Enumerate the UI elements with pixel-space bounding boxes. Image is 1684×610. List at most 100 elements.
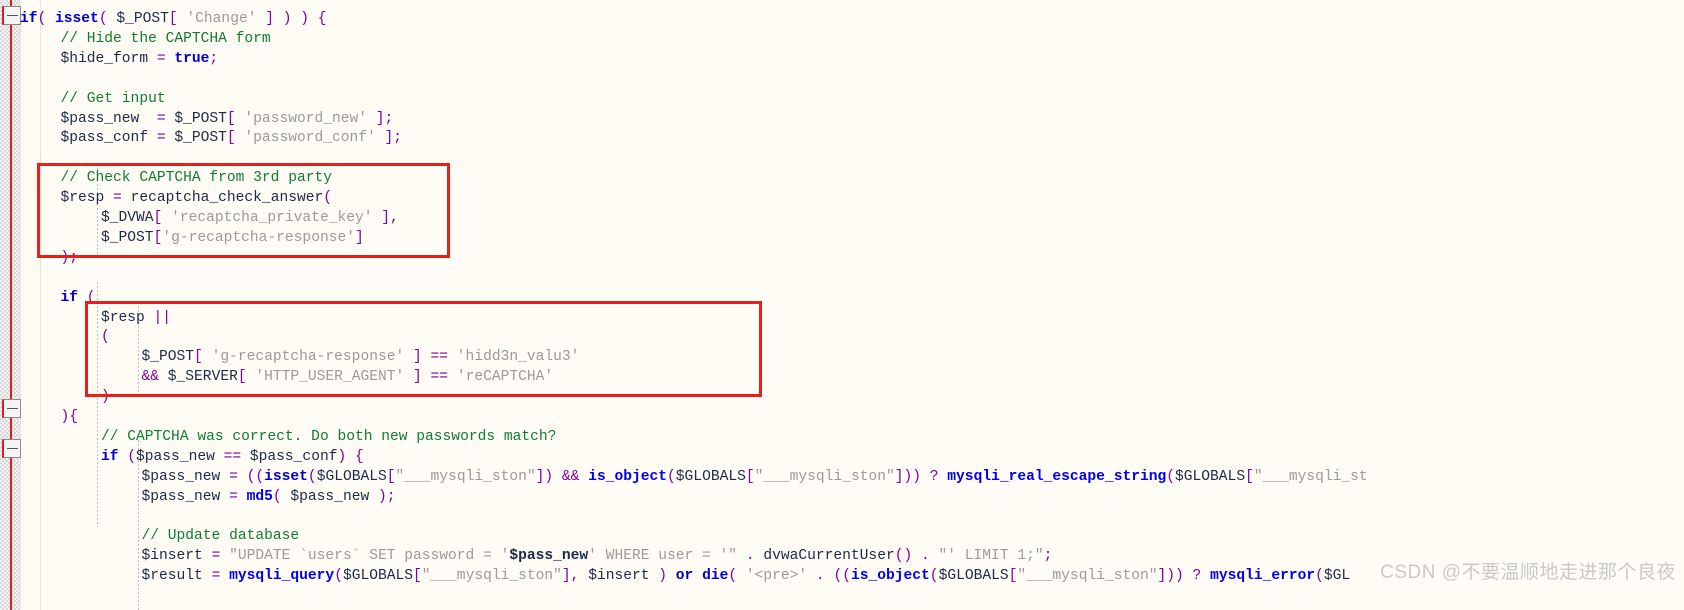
code-token: 'reCAPTCHA' bbox=[456, 369, 554, 386]
code-token: "___mysqli_ston" bbox=[421, 568, 562, 585]
code-token: [ bbox=[237, 369, 256, 386]
code-token: [ bbox=[226, 110, 245, 127]
code-token: $pass_new bbox=[290, 488, 370, 505]
code-line[interactable]: $_POST['g-recaptcha-response'] bbox=[101, 229, 364, 249]
code-token: recaptcha_check_answer bbox=[130, 190, 324, 207]
code-token: is_object bbox=[850, 568, 930, 585]
code-token: $_POST bbox=[101, 229, 154, 246]
code-token: ; bbox=[209, 50, 219, 67]
code-token: = bbox=[202, 548, 230, 565]
code-line[interactable]: if( isset( $_POST[ 'Change' ] ) ) { bbox=[20, 10, 327, 30]
code-token: [ bbox=[1245, 468, 1254, 485]
code-token: [ bbox=[226, 130, 245, 147]
code-token: ( bbox=[118, 448, 137, 465]
code-token: $pass_new bbox=[136, 448, 215, 465]
code-token: = bbox=[148, 50, 175, 67]
code-token: dvwaCurrentUser bbox=[763, 548, 895, 565]
code-token: ] bbox=[404, 369, 431, 386]
code-line[interactable]: // Update database bbox=[142, 527, 300, 547]
code-token: $_POST bbox=[174, 110, 227, 127]
code-line[interactable]: $pass_new = md5( $pass_new ); bbox=[142, 488, 396, 508]
code-line[interactable]: $result = mysqli_query($GLOBALS["___mysq… bbox=[142, 567, 1351, 587]
code-token: // Hide the CAPTCHA form bbox=[60, 30, 271, 47]
code-token: ]; bbox=[375, 130, 403, 147]
source-code[interactable]: if( isset( $_POST[ 'Change' ] ) ) {// Hi… bbox=[0, 0, 1684, 610]
code-line[interactable]: // Check CAPTCHA from 3rd party bbox=[61, 169, 333, 189]
code-line[interactable]: if ($pass_new == $pass_conf) { bbox=[101, 448, 364, 468]
code-token: $GLOBALS bbox=[1175, 468, 1246, 485]
code-line[interactable]: && $_SERVER[ 'HTTP_USER_AGENT' ] == 'reC… bbox=[142, 368, 554, 388]
code-token: 'password_conf' bbox=[244, 130, 376, 147]
code-token: ] bbox=[354, 229, 364, 246]
code-token: mysqli_real_escape_string bbox=[947, 468, 1167, 485]
code-token: // CAPTCHA was correct. Do both new pass… bbox=[101, 428, 557, 445]
code-token: '<pre>' bbox=[745, 568, 808, 585]
code-token: $_SERVER bbox=[167, 369, 238, 386]
code-token: [ bbox=[413, 568, 422, 585]
code-line[interactable]: if ( bbox=[61, 289, 96, 309]
code-token: 'hidd3n_valu3' bbox=[456, 349, 580, 366]
code-token: $GLOBALS bbox=[342, 568, 414, 585]
code-token: ( bbox=[334, 568, 343, 585]
code-token: 'recaptcha_private_key' bbox=[171, 210, 373, 226]
code-line[interactable]: $insert = "UPDATE `users` SET password =… bbox=[142, 547, 1053, 567]
code-token: $hide_form bbox=[60, 50, 149, 67]
code-token: $GL bbox=[1323, 568, 1351, 585]
code-token: ( bbox=[323, 190, 333, 207]
code-token: [ bbox=[745, 468, 755, 485]
code-token: 'g-recaptcha-response' bbox=[162, 229, 355, 246]
code-line[interactable]: // CAPTCHA was correct. Do both new pass… bbox=[101, 428, 556, 448]
code-token: if bbox=[101, 448, 119, 465]
code-token: $pass_new bbox=[509, 548, 589, 565]
code-token: true bbox=[174, 50, 210, 67]
code-token: [ bbox=[153, 210, 172, 226]
code-line[interactable]: // Get input bbox=[61, 90, 166, 110]
code-token: // Check CAPTCHA from 3rd party bbox=[60, 170, 333, 187]
code-token: ]; bbox=[367, 110, 394, 127]
code-token: mysqli_query bbox=[229, 568, 335, 585]
code-token: ( bbox=[667, 468, 676, 485]
code-line[interactable]: ){ bbox=[61, 408, 79, 428]
code-token: $pass_conf bbox=[60, 130, 149, 147]
code-line[interactable]: ( bbox=[101, 328, 110, 348]
code-line[interactable]: $resp || bbox=[101, 309, 171, 329]
code-token: // Get input bbox=[60, 90, 166, 107]
code-token: = bbox=[220, 488, 247, 505]
code-line[interactable]: $resp = recaptcha_check_answer( bbox=[61, 189, 333, 209]
code-token: 'Change' bbox=[186, 11, 257, 27]
code-token: ], bbox=[372, 210, 399, 226]
code-editor-window: if( isset( $_POST[ 'Change' ] ) ) {// Hi… bbox=[0, 0, 1684, 610]
code-token: ])) bbox=[894, 468, 930, 485]
code-line[interactable]: $pass_new = $_POST[ 'password_new' ]; bbox=[61, 110, 394, 130]
code-token: $_DVWA bbox=[101, 210, 154, 226]
code-token: || bbox=[144, 309, 172, 326]
code-token: "___mysqli_ston" bbox=[754, 468, 895, 485]
code-line[interactable]: // Hide the CAPTCHA form bbox=[61, 30, 271, 50]
code-line[interactable]: $pass_conf = $_POST[ 'password_conf' ]; bbox=[61, 129, 403, 149]
code-line[interactable]: ); bbox=[61, 249, 79, 269]
code-token: $pass_new bbox=[141, 468, 221, 485]
code-token: "___mysqli_ston" bbox=[1017, 568, 1158, 585]
code-token: == bbox=[430, 349, 449, 366]
code-token: = bbox=[139, 110, 175, 127]
code-line[interactable]: $_DVWA[ 'recaptcha_private_key' ], bbox=[101, 209, 399, 229]
code-line[interactable]: $hide_form = true; bbox=[61, 50, 219, 70]
code-token: ( bbox=[37, 11, 56, 27]
code-line[interactable]: $_POST[ 'g-recaptcha-response' ] == 'hid… bbox=[142, 348, 580, 368]
code-token: . bbox=[737, 548, 764, 565]
code-token: [ bbox=[194, 349, 212, 366]
code-token: [ bbox=[153, 229, 163, 246]
code-token: ) { bbox=[337, 448, 364, 465]
watermark-text: CSDN @不要温顺地走进那个良夜 bbox=[1380, 562, 1676, 583]
code-token: if bbox=[20, 11, 38, 27]
code-token: . bbox=[912, 548, 939, 565]
code-line[interactable]: $pass_new = ((isset($GLOBALS["___mysqli_… bbox=[142, 468, 1368, 488]
code-token: $pass_conf bbox=[249, 448, 338, 465]
code-token: $_POST bbox=[116, 11, 169, 27]
code-token: == bbox=[214, 448, 250, 465]
code-line[interactable]: ) bbox=[101, 388, 110, 408]
